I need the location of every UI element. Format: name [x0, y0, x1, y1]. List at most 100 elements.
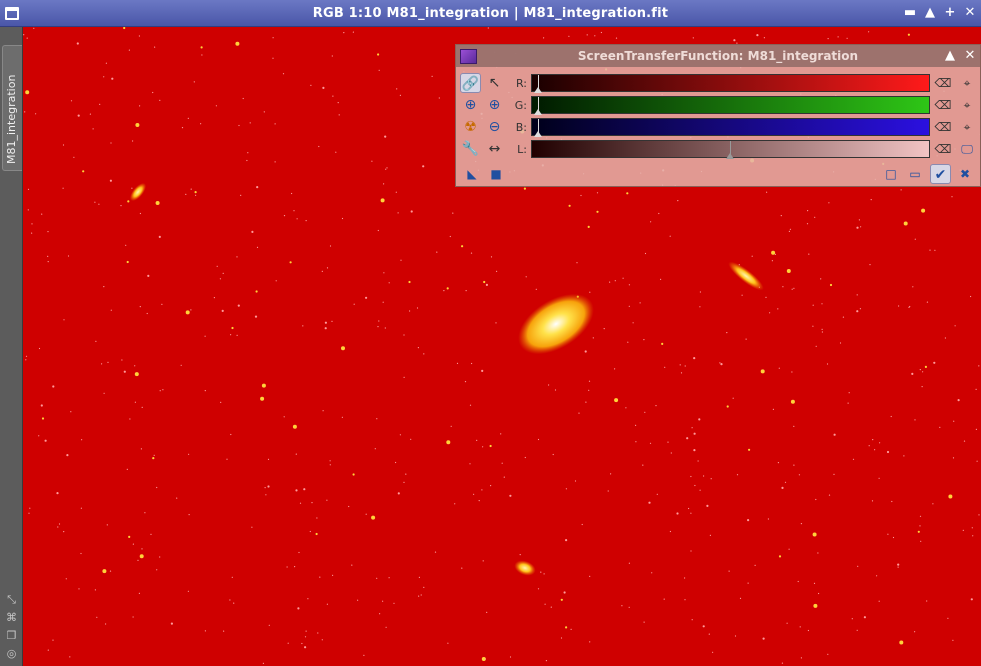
star — [417, 347, 419, 349]
link-icon[interactable]: 🔗 — [460, 73, 481, 93]
star — [655, 405, 657, 407]
star — [709, 534, 712, 536]
channel-label-r: R: — [515, 77, 527, 90]
star — [828, 202, 830, 204]
galaxy-m82 — [728, 261, 764, 291]
view-tab[interactable]: M81_integration — [2, 45, 22, 171]
star — [975, 388, 977, 390]
star — [141, 406, 143, 408]
star — [584, 350, 587, 353]
zoom-in-icon[interactable]: ⊕ — [460, 95, 481, 115]
shade-icon[interactable]: ▬ — [903, 6, 917, 20]
stf-slider-l[interactable] — [531, 140, 930, 159]
star — [481, 369, 484, 372]
apply-check-icon[interactable]: ✔ — [930, 164, 951, 184]
star — [283, 416, 285, 418]
star — [622, 277, 624, 279]
star — [204, 390, 206, 392]
new-instance-icon[interactable]: ◣ — [463, 165, 481, 183]
star — [827, 38, 829, 40]
star — [820, 278, 822, 280]
galaxy-m81 — [518, 293, 594, 355]
star — [720, 363, 723, 366]
star — [509, 656, 512, 658]
star — [376, 418, 378, 420]
star — [971, 527, 973, 529]
star — [47, 649, 49, 651]
star — [954, 325, 956, 327]
reset-icon[interactable]: ⌫ — [934, 118, 952, 136]
maximize-icon[interactable]: + — [943, 6, 957, 20]
star — [137, 559, 139, 562]
star — [385, 626, 387, 628]
stf-shade-icon[interactable]: ▲ — [943, 49, 957, 63]
minimize-icon[interactable]: ▲ — [923, 6, 937, 20]
collapse-icon[interactable]: ✖ — [956, 165, 974, 183]
page-icon[interactable]: ▭ — [906, 165, 924, 183]
stf-slider-g[interactable] — [531, 96, 930, 115]
target-icon[interactable]: ◎ — [5, 647, 18, 660]
star — [131, 187, 133, 189]
target-icon[interactable]: ⌖ — [958, 74, 976, 92]
shadow-handle[interactable] — [534, 131, 542, 137]
shadow-handle[interactable] — [534, 109, 542, 115]
clone-icon[interactable]: ❐ — [5, 629, 18, 642]
star — [395, 461, 397, 464]
fit-icon[interactable]: ⌘ — [5, 611, 18, 624]
stf-close-icon[interactable]: ✕ — [963, 49, 977, 63]
star — [677, 200, 679, 202]
star — [912, 286, 914, 288]
star — [544, 603, 546, 605]
star — [317, 632, 319, 634]
square-stop-icon[interactable]: ■ — [487, 165, 505, 183]
star — [152, 91, 154, 94]
star — [231, 576, 233, 578]
star — [693, 357, 696, 360]
stf-slider-b[interactable] — [531, 118, 930, 137]
stf-titlebar[interactable]: ScreenTransferFunction: M81_integration — [456, 45, 980, 67]
star — [146, 312, 148, 315]
star — [952, 639, 954, 641]
reset-icon[interactable]: ⌫ — [934, 140, 952, 158]
star — [215, 105, 217, 107]
target-icon[interactable]: ⌖ — [958, 118, 976, 136]
star — [152, 457, 155, 460]
star — [748, 448, 751, 451]
star — [552, 453, 554, 456]
midtones-handle[interactable] — [726, 153, 734, 159]
wrench-icon[interactable]: 🔧 — [460, 139, 481, 159]
reset-icon[interactable]: ⌫ — [934, 74, 952, 92]
star — [96, 616, 98, 618]
close-icon[interactable]: ✕ — [963, 6, 977, 20]
star — [443, 290, 445, 292]
star — [747, 582, 749, 584]
star — [703, 475, 705, 477]
target-icon[interactable]: ⌖ — [958, 96, 976, 114]
radiation-icon[interactable]: ☢ — [460, 117, 481, 137]
zoom-minus-icon[interactable]: ⊖ — [484, 117, 505, 137]
star — [318, 145, 320, 148]
star — [842, 316, 845, 318]
star — [236, 256, 238, 258]
stf-app-icon — [460, 49, 477, 64]
shrink-icon[interactable]: ⤡ — [5, 593, 18, 606]
star — [123, 370, 126, 373]
monitor-icon[interactable]: 🖵 — [958, 140, 976, 158]
reset-icon[interactable]: ⌫ — [934, 96, 952, 114]
square-icon[interactable]: □ — [882, 165, 900, 183]
pan-icon[interactable]: ↔ — [484, 139, 505, 159]
star — [204, 335, 206, 337]
zoom-plus-icon[interactable]: ⊕ — [484, 95, 505, 115]
shadow-handle[interactable] — [534, 87, 542, 93]
star — [833, 433, 836, 436]
star — [307, 598, 309, 600]
star — [275, 280, 277, 282]
star — [580, 194, 582, 197]
star — [784, 481, 787, 483]
star — [684, 577, 686, 579]
pointer-icon[interactable]: ↖ — [484, 73, 505, 93]
stf-slider-r[interactable] — [531, 74, 930, 93]
star — [109, 179, 112, 182]
star — [848, 392, 850, 394]
star — [33, 27, 35, 29]
